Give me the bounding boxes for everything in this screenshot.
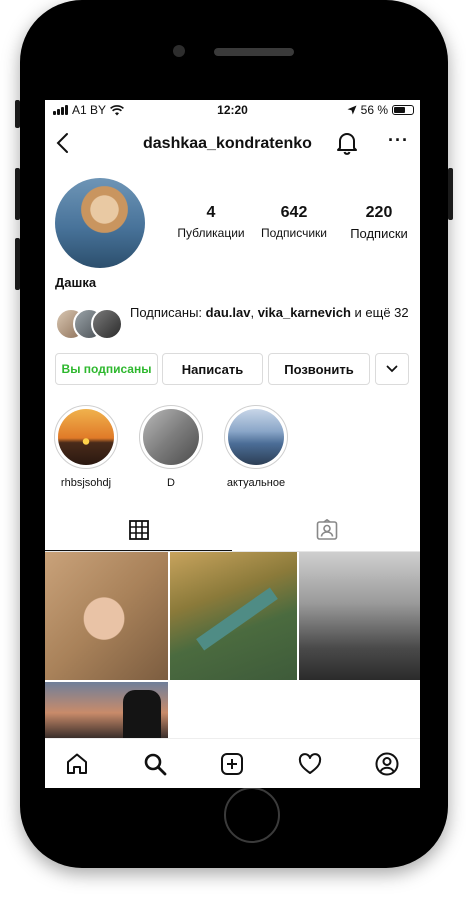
profile-tabs (45, 510, 420, 552)
nav-activity[interactable] (297, 751, 323, 777)
post-thumbnail[interactable] (170, 552, 297, 680)
nav-add[interactable] (219, 751, 245, 777)
highlight-ring (54, 405, 118, 469)
highlight-ring (224, 405, 288, 469)
tab-tagged[interactable] (233, 510, 420, 550)
home-button[interactable] (224, 787, 280, 843)
highlight-cover (143, 409, 199, 465)
post-thumbnail[interactable] (299, 552, 420, 680)
posts-count: 4 (206, 204, 216, 221)
tab-grid[interactable] (45, 510, 232, 551)
more-options-icon[interactable]: ··· (388, 130, 409, 151)
bottom-navigation (45, 738, 420, 788)
posts-label: Публикации (177, 226, 245, 240)
highlight-label: актуальное (226, 477, 286, 489)
username-title: dashkaa_kondratenko (143, 135, 312, 152)
mute-switch (15, 100, 20, 128)
bell-icon[interactable] (336, 131, 358, 155)
status-bar: A1 BY 12:20 56 % (45, 100, 420, 120)
status-right: 56 % (347, 103, 414, 117)
post-thumbnail[interactable] (45, 682, 168, 738)
message-button[interactable]: Написать (162, 353, 263, 385)
profile-header: dashkaa_kondratenko ··· (45, 126, 420, 162)
power-button (448, 168, 453, 220)
home-icon (67, 753, 87, 774)
profile-name: Дашка (55, 275, 97, 290)
highlight-item[interactable]: актуальное (223, 405, 289, 489)
earpiece-speaker (214, 48, 294, 56)
followed-user-link[interactable]: vika_karnevich (258, 305, 351, 320)
bench-shape (196, 587, 278, 651)
following-count: 220 (365, 204, 393, 221)
followed-by[interactable]: Подписаны: dau.lav, vika_karnevich и ещё… (55, 304, 415, 340)
battery-icon (392, 105, 414, 115)
following-label: Подписки (350, 226, 408, 241)
highlight-label: D (167, 477, 175, 489)
posts-stat[interactable]: 4 Публикации (171, 204, 251, 240)
call-button[interactable]: Позвонить (268, 353, 370, 385)
add-icon (221, 753, 243, 775)
front-camera (173, 45, 185, 57)
follower-avatar (91, 308, 123, 340)
battery-percent: 56 % (360, 103, 388, 117)
nav-profile[interactable] (374, 751, 400, 777)
chevron-down-icon (386, 365, 398, 373)
profile-icon (375, 752, 399, 776)
suggested-users-button[interactable] (375, 353, 409, 385)
silhouette-shape (123, 690, 161, 738)
highlight-item[interactable]: rhbsjsohdj (53, 405, 119, 489)
back-arrow-icon[interactable] (55, 132, 69, 154)
highlight-ring (139, 405, 203, 469)
location-icon (347, 105, 357, 115)
followers-stat[interactable]: 642 Подписчики (253, 204, 335, 240)
nav-home[interactable] (64, 751, 90, 777)
nav-search[interactable] (142, 751, 168, 777)
heart-icon (298, 753, 322, 774)
volume-down-button (15, 238, 20, 290)
profile-avatar[interactable] (55, 178, 145, 268)
highlight-item[interactable]: D (138, 405, 204, 489)
followers-count: 642 (280, 204, 308, 221)
followed-user-link[interactable]: dau.lav (206, 305, 251, 320)
grid-icon (128, 520, 149, 540)
highlight-cover (58, 409, 114, 465)
following-stat[interactable]: 220 Подписки (339, 204, 419, 241)
search-icon (144, 753, 167, 776)
post-thumbnail[interactable] (45, 552, 168, 680)
followers-label: Подписчики (260, 226, 327, 240)
volume-up-button (15, 168, 20, 220)
followed-by-text: Подписаны: dau.lav, vika_karnevich и ещё… (130, 305, 409, 320)
highlight-label: rhbsjsohdj (60, 477, 112, 489)
tagged-icon (316, 519, 337, 540)
screen: A1 BY 12:20 56 % dashkaa_kondratenko ··· (45, 100, 420, 788)
following-button[interactable]: Вы подписаны (55, 353, 158, 385)
highlight-cover (228, 409, 284, 465)
